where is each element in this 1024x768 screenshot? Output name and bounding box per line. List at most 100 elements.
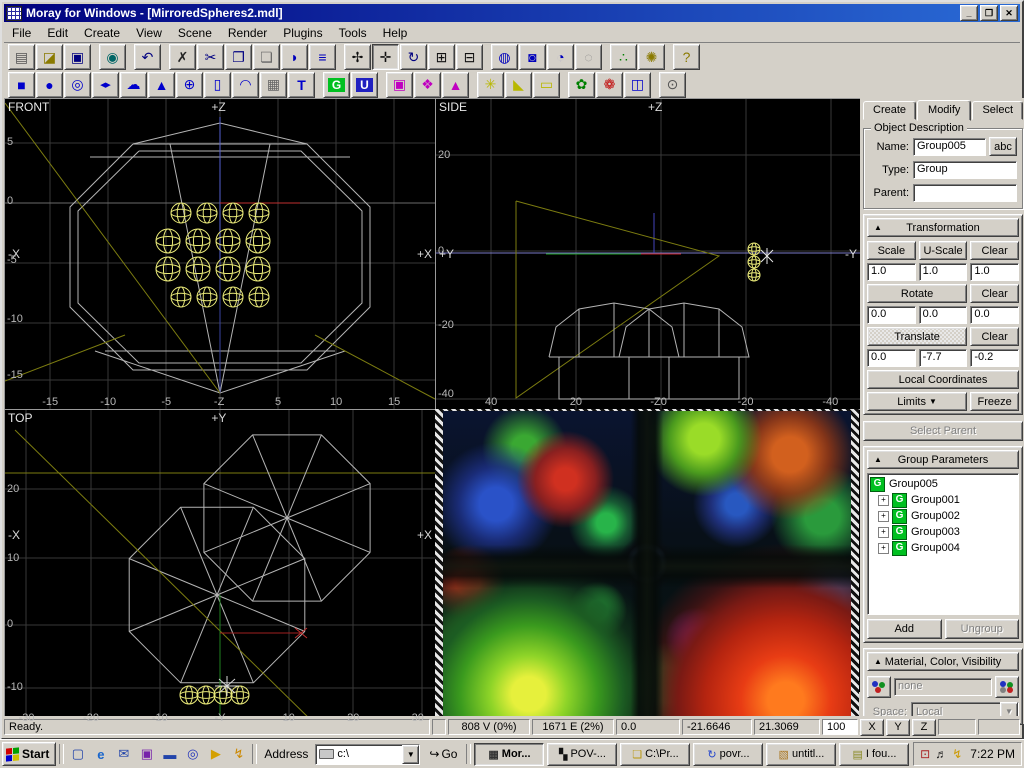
group-button-button[interactable]: G	[323, 72, 350, 98]
menu-help[interactable]: Help	[375, 24, 416, 42]
move-tool-button[interactable]: ✛	[372, 44, 399, 70]
render-settings-button[interactable]: ✺	[638, 44, 665, 70]
menu-file[interactable]: File	[4, 24, 39, 42]
menu-create[interactable]: Create	[76, 24, 128, 42]
abc-button[interactable]: abc	[989, 137, 1017, 156]
media-player-icon[interactable]: ▶	[205, 744, 226, 765]
create-heightfield-button[interactable]: ◠	[232, 72, 259, 98]
taskbar-task-pov[interactable]: ▚POV-...	[547, 743, 617, 766]
create-box-button[interactable]: ■	[8, 72, 35, 98]
tile-viewports-button[interactable]: ⊟	[456, 44, 483, 70]
menu-edit[interactable]: Edit	[39, 24, 76, 42]
create-torus-button[interactable]: ◎	[64, 72, 91, 98]
uscale-button[interactable]: U-Scale	[919, 241, 968, 260]
menu-plugins[interactable]: Plugins	[275, 24, 330, 42]
create-blob-button[interactable]: ☁	[120, 72, 147, 98]
scheduler-icon[interactable]: ↯	[952, 747, 962, 761]
create-sphere-button[interactable]: ●	[36, 72, 63, 98]
axis-x-button[interactable]: X	[860, 719, 884, 736]
create-arealight-button[interactable]: ▭	[533, 72, 560, 98]
axis-z-button[interactable]: Z	[912, 719, 936, 736]
ungroup-button[interactable]: Ungroup	[945, 619, 1020, 639]
create-cylinder-button[interactable]: ⊕	[176, 72, 203, 98]
taskbar-task-mor[interactable]: ▦Mor...	[474, 743, 544, 766]
tab-create[interactable]: Create	[863, 101, 916, 120]
create-disc-button[interactable]: ◆	[92, 72, 119, 98]
help-button[interactable]: ?	[673, 44, 700, 70]
viewport-top[interactable]: TOP +Y -X +X -30-20-10-Y10203020100-10	[4, 409, 436, 726]
translate-clear-button[interactable]: Clear	[970, 327, 1019, 346]
go-button[interactable]: ↪ Go	[423, 744, 463, 764]
translate-y-input[interactable]: -7.7	[919, 349, 968, 367]
translate-z-input[interactable]: -0.2	[970, 349, 1019, 367]
minimize-button[interactable]: _	[960, 5, 978, 21]
tab-select[interactable]: Select	[972, 101, 1023, 120]
internet-explorer-icon[interactable]: e	[90, 744, 111, 765]
sphere-disabled-button[interactable]: ◌	[575, 44, 602, 70]
material-assign-button[interactable]	[867, 676, 891, 698]
limits-button[interactable]: Limits ▼	[867, 392, 967, 411]
maximize-viewport-button[interactable]: ⊞	[428, 44, 455, 70]
undo-button[interactable]: ↶	[134, 44, 161, 70]
axis-y-button[interactable]: Y	[886, 719, 910, 736]
save-button[interactable]: ▣	[64, 44, 91, 70]
scale-z-input[interactable]: 1.0	[970, 263, 1019, 281]
open-button[interactable]: ◪	[36, 44, 63, 70]
create-prism-button[interactable]: ▯	[204, 72, 231, 98]
copy-button[interactable]: ❐	[225, 44, 252, 70]
menu-scene[interactable]: Scene	[170, 24, 220, 42]
material-editor-button[interactable]: ✿	[568, 72, 595, 98]
local-coordinates-button[interactable]: Local Coordinates	[867, 370, 1019, 389]
tree-root-item[interactable]: GGroup005	[870, 476, 1016, 492]
layer-list-button[interactable]: ≡	[309, 44, 336, 70]
rotate-button[interactable]: Rotate	[867, 284, 967, 303]
taskbar-task-ifou[interactable]: ▤I fou...	[839, 743, 909, 766]
create-bicone-button[interactable]: ▲	[442, 72, 469, 98]
scale-y-input[interactable]: 1.0	[919, 263, 968, 281]
msn-icon[interactable]: ◎	[182, 744, 203, 765]
import-udo-button[interactable]: ◫	[624, 72, 651, 98]
rotate-x-input[interactable]: 0.0	[867, 306, 916, 324]
menu-tools[interactable]: Tools	[331, 24, 375, 42]
paste-button[interactable]: ❏	[253, 44, 280, 70]
material-header[interactable]: ▲ Material, Color, Visibility	[867, 652, 1019, 671]
start-button[interactable]: Start	[2, 742, 56, 766]
tree-item[interactable]: +GGroup004	[870, 540, 1016, 556]
add-button[interactable]: Add	[867, 619, 942, 639]
transformation-header[interactable]: ▲ Transformation	[867, 218, 1019, 237]
network-icon[interactable]: ⊡	[920, 747, 930, 761]
material-balls-button[interactable]: ∴	[610, 44, 637, 70]
show-desktop-icon[interactable]: ▢	[67, 744, 88, 765]
menu-render[interactable]: Render	[220, 24, 275, 42]
create-text-button[interactable]: T	[288, 72, 315, 98]
create-pointlight-button[interactable]: ✳	[477, 72, 504, 98]
menu-view[interactable]: View	[128, 24, 170, 42]
grid-size-input[interactable]: 100	[822, 719, 858, 735]
tab-modify[interactable]: Modify	[917, 100, 971, 121]
group-tree[interactable]: GGroup005+GGroup001+GGroup002+GGroup003+…	[867, 473, 1019, 615]
create-spotlight-button[interactable]: ◣	[505, 72, 532, 98]
tree-item[interactable]: +GGroup002	[870, 508, 1016, 524]
translate-x-input[interactable]: 0.0	[867, 349, 916, 367]
sweep-button[interactable]: ◗	[281, 44, 308, 70]
scale-x-input[interactable]: 1.0	[867, 263, 916, 281]
delete-button[interactable]: ✗	[169, 44, 196, 70]
maximize-button[interactable]: ❐	[980, 5, 998, 21]
scale-clear-button[interactable]: Clear	[970, 241, 1019, 260]
display-icon[interactable]: ▬	[159, 744, 180, 765]
render-preview-button[interactable]: ◉	[99, 44, 126, 70]
rotate-z-input[interactable]: 0.0	[970, 306, 1019, 324]
csg-operation-button[interactable]: ❖	[414, 72, 441, 98]
material-browse-button[interactable]	[995, 676, 1019, 698]
union-button-button[interactable]: U	[351, 72, 378, 98]
create-cone-button[interactable]: ▲	[148, 72, 175, 98]
select-parent-button[interactable]: Select Parent	[863, 421, 1023, 441]
viewport-front[interactable]: FRONT +Z -X +X -15-10-5-Z5101550-5-10-15	[4, 98, 436, 410]
cut-button[interactable]: ✂	[197, 44, 224, 70]
outlook-icon[interactable]: ✉	[113, 744, 134, 765]
name-field[interactable]: Group005	[913, 138, 986, 156]
taskbar-task-untitl[interactable]: ▧untitl...	[766, 743, 836, 766]
tree-item[interactable]: +GGroup001	[870, 492, 1016, 508]
scale-button[interactable]: Scale	[867, 241, 916, 260]
address-combo[interactable]: c:\ ▼	[315, 744, 420, 765]
